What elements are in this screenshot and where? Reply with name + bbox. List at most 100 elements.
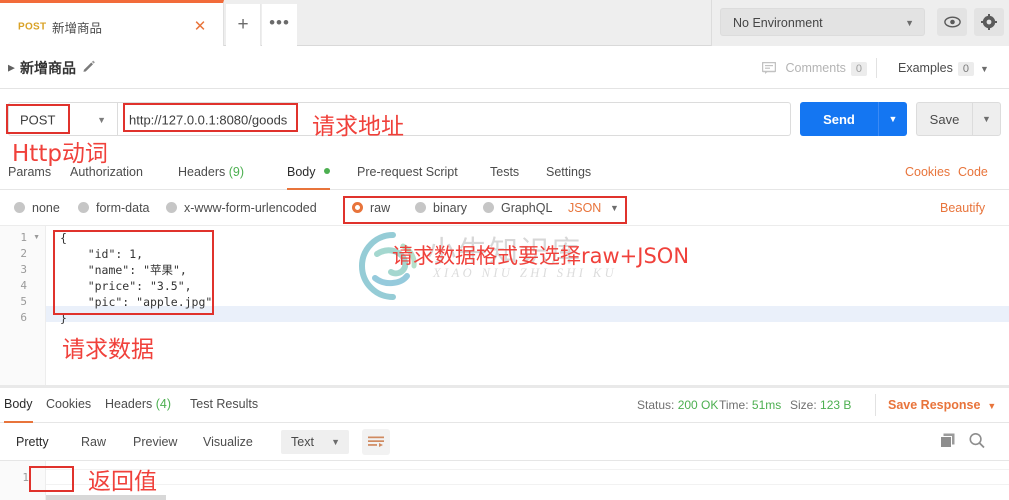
status-value: 200 OK xyxy=(677,398,719,412)
url-input[interactable]: http://127.0.0.1:8080/goods xyxy=(118,102,791,136)
environment-selector[interactable]: No Environment ▼ xyxy=(720,8,925,36)
radio-label: x-www-form-urlencoded xyxy=(184,201,317,215)
comments-label: Comments xyxy=(785,61,846,75)
body-type-row: none form-data x-www-form-urlencoded raw… xyxy=(0,190,1009,226)
breadcrumb-bar: ▶ 新增商品 Comments 0 Examples 0 ▼ xyxy=(0,46,1009,89)
more-horizontal-icon[interactable]: ••• xyxy=(262,4,297,46)
close-icon[interactable]: ✕ xyxy=(192,19,208,35)
horizontal-scrollbar[interactable] xyxy=(46,495,166,500)
radio-x-www-form-urlencoded[interactable]: x-www-form-urlencoded xyxy=(166,201,317,215)
beautify-button[interactable]: Beautify xyxy=(940,201,985,215)
radio-icon xyxy=(78,202,89,213)
body-format-selector[interactable]: JSON xyxy=(568,201,601,215)
chevron-down-icon: ▼ xyxy=(331,437,340,447)
save-response-button[interactable]: Save Response ▼ xyxy=(888,398,996,412)
line-number: 2 xyxy=(20,247,27,260)
divider xyxy=(876,58,877,78)
comment-icon xyxy=(761,61,779,75)
tab-bar: POST 新增商品 ✕ + ••• No Environment ▼ xyxy=(0,0,1009,46)
response-view-visualize[interactable]: Visualize xyxy=(203,435,253,449)
chevron-down-icon: ▼ xyxy=(97,115,106,125)
response-gutter: 1 xyxy=(0,461,46,500)
chevron-right-icon[interactable]: ▶ xyxy=(8,63,15,74)
word-wrap-icon[interactable] xyxy=(362,429,390,455)
page-title: 新增商品 xyxy=(20,60,76,76)
response-tab-body[interactable]: Body xyxy=(4,388,33,423)
copy-icon[interactable] xyxy=(940,433,955,451)
chevron-down-icon: ▼ xyxy=(987,401,997,411)
cookies-link[interactable]: Cookies xyxy=(905,156,950,190)
request-tab-new-product[interactable]: POST 新增商品 ✕ xyxy=(0,0,224,46)
save-response-label: Save Response xyxy=(888,398,981,412)
code-link[interactable]: Code xyxy=(958,156,988,190)
send-options-button[interactable]: ▼ xyxy=(878,102,907,136)
environment-area: No Environment ▼ xyxy=(711,0,1009,46)
comments-count: 0 xyxy=(850,62,868,76)
size-value: 123 B xyxy=(820,398,852,412)
tab-tests[interactable]: Tests xyxy=(490,156,519,190)
radio-form-data[interactable]: form-data xyxy=(78,201,150,215)
response-view-preview[interactable]: Preview xyxy=(133,435,177,449)
save-button[interactable]: Save xyxy=(916,102,972,136)
gear-icon[interactable] xyxy=(974,8,1004,36)
response-view-raw[interactable]: Raw xyxy=(81,435,106,449)
pencil-icon[interactable] xyxy=(82,60,96,77)
modified-dot-icon xyxy=(323,168,330,174)
tab-label: Headers xyxy=(178,165,226,179)
radio-label: raw xyxy=(370,201,391,215)
http-method-selector[interactable]: POST ▼ xyxy=(8,102,118,136)
editor-code-area[interactable]: { "id": 1, "name": "苹果", "price": "3.5",… xyxy=(46,226,1009,385)
time-badge: Time: 51ms xyxy=(719,398,781,412)
environment-label: No Environment xyxy=(733,16,823,30)
line-number: 1 xyxy=(20,231,27,244)
tab-body[interactable]: Body xyxy=(287,156,330,190)
chevron-down-icon: ▼ xyxy=(980,64,989,74)
radio-none[interactable]: none xyxy=(14,201,60,215)
tab-label: Headers xyxy=(105,397,153,411)
code-line: "price": "3.5", xyxy=(60,279,192,293)
send-button[interactable]: Send xyxy=(800,102,878,136)
request-body-editor[interactable]: 1 ▼ 2 3 4 5 6 { "id": 1, "name": "苹果", "… xyxy=(0,226,1009,385)
search-icon[interactable] xyxy=(969,432,985,452)
save-options-button[interactable]: ▼ xyxy=(972,102,1001,136)
size-badge: Size: 123 B xyxy=(790,398,851,412)
response-tabs: Body Cookies Headers (4) Test Results St… xyxy=(0,388,1009,423)
chevron-down-icon[interactable]: ▼ xyxy=(610,203,619,213)
status-label: Status: xyxy=(637,398,675,412)
tab-settings[interactable]: Settings xyxy=(546,156,591,190)
tab-authorization[interactable]: Authorization xyxy=(70,156,143,190)
code-line: { xyxy=(60,231,67,245)
radio-binary[interactable]: binary xyxy=(415,201,467,215)
http-method-value: POST xyxy=(20,112,56,128)
plus-icon[interactable]: + xyxy=(226,4,261,46)
tab-headers[interactable]: Headers (9) xyxy=(178,156,244,190)
tab-method-badge: POST xyxy=(18,21,47,33)
response-view-pretty[interactable]: Pretty xyxy=(16,435,49,449)
code-line: "id": 1, xyxy=(60,247,144,261)
tab-label: Body xyxy=(4,397,33,411)
response-format-selector[interactable]: Text ▼ xyxy=(281,430,349,454)
response-body[interactable]: 1 xyxy=(0,461,1009,500)
response-view-bar: Pretty Raw Preview Visualize Text ▼ xyxy=(0,423,1009,461)
response-tab-headers[interactable]: Headers (4) xyxy=(105,388,171,423)
comments-button[interactable]: Comments 0 xyxy=(761,61,868,76)
response-line xyxy=(46,469,1009,485)
eye-icon[interactable] xyxy=(937,8,967,36)
tab-label: Settings xyxy=(546,165,592,179)
tab-label: Cookies xyxy=(46,397,92,411)
line-number: 5 xyxy=(20,295,27,308)
response-tab-cookies[interactable]: Cookies xyxy=(46,388,91,423)
tab-label: Body xyxy=(287,165,316,179)
examples-button[interactable]: Examples 0 ▼ xyxy=(898,61,989,76)
tab-label: Pre-request Script xyxy=(357,165,458,179)
response-tab-test-results[interactable]: Test Results xyxy=(190,388,258,423)
radio-graphql[interactable]: GraphQL xyxy=(483,201,552,215)
tab-params[interactable]: Params xyxy=(8,156,51,190)
tab-count: (9) xyxy=(228,165,245,179)
fold-caret-icon[interactable]: ▼ xyxy=(33,230,40,246)
tab-pre-request-script[interactable]: Pre-request Script xyxy=(357,156,458,190)
tab-label: Authorization xyxy=(70,165,143,179)
radio-raw[interactable]: raw xyxy=(352,201,390,215)
code-line: "name": "苹果", xyxy=(60,263,187,277)
radio-label: none xyxy=(32,201,60,215)
